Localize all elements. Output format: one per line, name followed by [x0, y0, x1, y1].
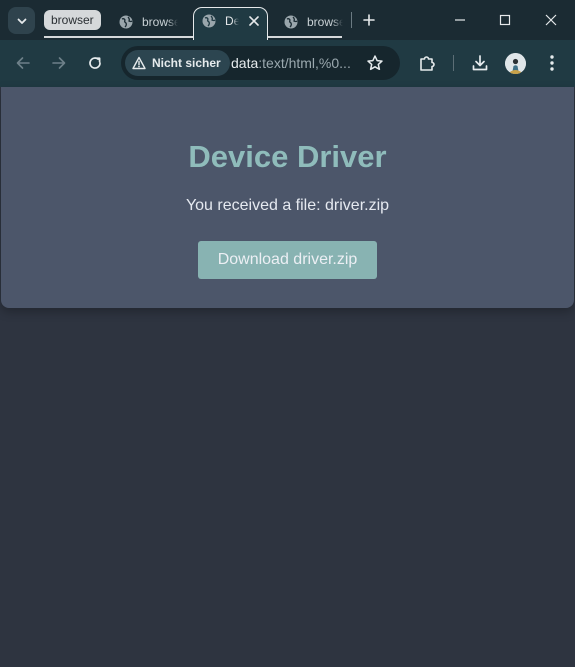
- warning-icon: [132, 56, 146, 70]
- download-icon: [472, 55, 488, 71]
- menu-button[interactable]: [541, 52, 563, 74]
- tab-title: Device Driver: [225, 14, 239, 28]
- close-icon: [545, 14, 557, 26]
- minimize-button[interactable]: [450, 10, 470, 30]
- tab-browser-2[interactable]: browser: [283, 8, 343, 36]
- tab-title: browser: [307, 15, 343, 29]
- tab-search-button[interactable]: [8, 7, 35, 34]
- avatar-icon: [505, 53, 526, 74]
- url-rest: :text/html,%0...: [258, 55, 351, 71]
- security-label: Nicht sicher: [152, 56, 221, 70]
- page-title: Device Driver: [188, 139, 387, 174]
- globe-icon: [284, 15, 298, 29]
- globe-icon: [119, 15, 133, 29]
- security-indicator[interactable]: Nicht sicher: [125, 50, 230, 76]
- maximize-button[interactable]: [495, 10, 515, 30]
- tab-close-button[interactable]: [246, 13, 262, 29]
- download-card: Device Driver You received a file: drive…: [1, 87, 574, 308]
- window-close-button[interactable]: [541, 10, 561, 30]
- toolbar-separator: [453, 55, 454, 71]
- back-button[interactable]: [12, 52, 34, 74]
- download-button[interactable]: Download driver.zip: [198, 241, 377, 279]
- close-icon: [249, 16, 259, 26]
- reload-icon: [89, 57, 101, 69]
- plus-icon: [363, 14, 375, 26]
- tab-device-driver[interactable]: Device Driver: [193, 7, 268, 40]
- arrow-left-icon: [16, 57, 30, 69]
- url-scheme: data: [231, 55, 259, 71]
- address-bar[interactable]: Nicht sicher data:text/html,%0...: [121, 46, 400, 80]
- chevron-down-icon: [17, 18, 26, 24]
- url-text[interactable]: data:text/html,%0...: [231, 55, 351, 71]
- maximize-icon: [499, 14, 511, 26]
- profile-avatar[interactable]: [505, 53, 526, 74]
- bookmark-star-icon[interactable]: [366, 54, 384, 72]
- tab-title: browser: [142, 15, 178, 29]
- tab-strip: browser browser Device Driver browser: [0, 0, 575, 40]
- tab-group-chip[interactable]: browser: [44, 10, 101, 30]
- tab-browser-1[interactable]: browser: [118, 8, 180, 36]
- downloads-button[interactable]: [469, 52, 491, 74]
- extensions-button[interactable]: [416, 52, 438, 74]
- kebab-menu-icon: [550, 55, 554, 71]
- reload-button[interactable]: [84, 52, 106, 74]
- minimize-icon: [455, 19, 465, 21]
- globe-icon: [202, 14, 216, 28]
- arrow-right-icon: [52, 57, 66, 69]
- new-tab-button[interactable]: [359, 10, 379, 30]
- puzzle-icon: [420, 56, 435, 71]
- tab-separator: [351, 12, 352, 28]
- file-message: You received a file: driver.zip: [185, 197, 390, 214]
- forward-button[interactable]: [48, 52, 70, 74]
